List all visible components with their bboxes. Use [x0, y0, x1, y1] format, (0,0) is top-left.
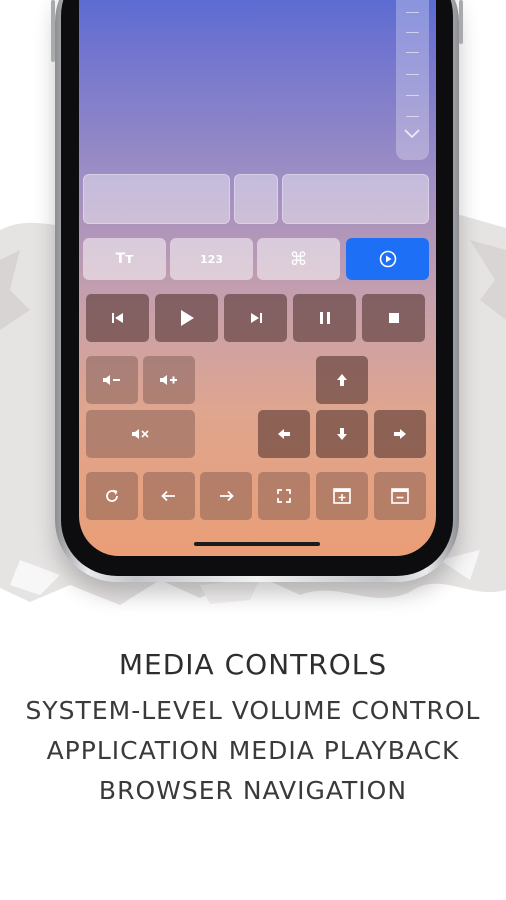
previous-track-button[interactable] — [86, 294, 149, 342]
command-icon: ⌘ — [289, 248, 308, 270]
fullscreen-icon — [277, 489, 291, 503]
stop-icon — [388, 313, 399, 323]
fullscreen-button[interactable] — [258, 472, 310, 520]
scroll-tick — [406, 95, 419, 96]
add-tab-icon — [333, 488, 351, 504]
skip-previous-icon — [111, 313, 123, 323]
arrow-left-button[interactable] — [258, 410, 310, 458]
volume-mute-icon — [131, 429, 149, 439]
play-button[interactable] — [155, 294, 218, 342]
phone-screen: Tт 123 ⌘ — [79, 0, 436, 556]
scroll-tick — [406, 116, 419, 117]
right-click-pad[interactable] — [282, 174, 429, 224]
phone-side-button-left — [51, 0, 55, 62]
back-button[interactable] — [143, 472, 195, 520]
arrow-down-button[interactable] — [316, 410, 368, 458]
arrow-right-button[interactable] — [374, 410, 426, 458]
scroll-wheel[interactable] — [396, 0, 429, 160]
chevron-down-icon — [404, 129, 420, 139]
remove-tab-icon — [391, 488, 409, 504]
skip-next-icon — [250, 313, 262, 323]
arrow-left-icon — [278, 429, 290, 439]
pause-button[interactable] — [293, 294, 356, 342]
text-size-icon: Tт — [115, 251, 134, 267]
volume-mute-button[interactable] — [86, 410, 195, 458]
pause-icon — [319, 312, 330, 324]
arrow-up-button[interactable] — [316, 356, 368, 404]
play-circle-icon — [379, 250, 396, 268]
feature-line-volume: System-level volume control — [25, 696, 481, 725]
scroll-tick — [406, 12, 419, 13]
feature-title: Media Controls — [118, 648, 388, 681]
scroll-tick — [406, 52, 419, 53]
play-icon — [180, 310, 194, 326]
reload-icon — [106, 489, 118, 502]
arrow-right-icon — [394, 429, 406, 439]
numeric-mode-tab[interactable]: 123 — [170, 238, 253, 280]
command-mode-tab[interactable]: ⌘ — [257, 238, 340, 280]
phone-side-button-right — [459, 0, 463, 44]
arrow-left-icon — [161, 490, 175, 502]
volume-down-icon — [103, 375, 120, 385]
arrow-right-icon — [220, 490, 234, 502]
reload-button[interactable] — [86, 472, 138, 520]
arrow-up-icon — [337, 374, 347, 386]
feature-line-navigation: Browser navigation — [98, 776, 408, 805]
middle-click-pad[interactable] — [234, 174, 278, 224]
scroll-tick — [406, 74, 419, 75]
volume-down-button[interactable] — [86, 356, 138, 404]
forward-button[interactable] — [200, 472, 252, 520]
text-mode-tab[interactable]: Tт — [83, 238, 166, 280]
scroll-tick — [406, 32, 419, 33]
close-tab-button[interactable] — [374, 472, 426, 520]
arrow-down-icon — [337, 428, 347, 440]
volume-up-button[interactable] — [143, 356, 195, 404]
volume-up-icon — [160, 375, 177, 385]
media-mode-tab[interactable] — [346, 238, 429, 280]
feature-line-playback: Application media playback — [46, 736, 460, 765]
left-click-pad[interactable] — [83, 174, 230, 224]
new-tab-button[interactable] — [316, 472, 368, 520]
next-track-button[interactable] — [224, 294, 287, 342]
home-indicator — [194, 542, 320, 546]
stop-button[interactable] — [362, 294, 425, 342]
numeric-mode-label: 123 — [200, 252, 223, 266]
